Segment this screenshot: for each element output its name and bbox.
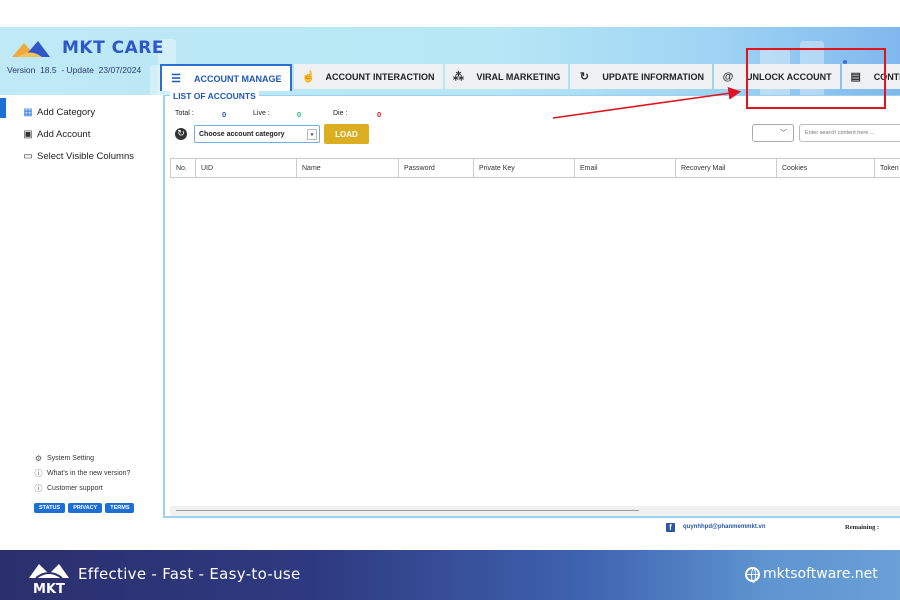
tab-label: VIRAL MARKETING	[476, 71, 561, 82]
terms-button[interactable]: TERMS	[105, 503, 135, 513]
support-icon: ⓘ	[34, 484, 43, 493]
sidebar-item-label: Add Category	[37, 106, 96, 118]
tab-account-manage[interactable]: ☰ ACCOUNT MANAGE	[160, 64, 292, 91]
column-header-email[interactable]: Email	[574, 159, 675, 177]
remaining-label: Remaining :	[845, 524, 880, 531]
info-icon: ⓘ	[34, 469, 43, 478]
column-header-token[interactable]: Token	[874, 159, 900, 177]
app-window: MKT CARE Version 18.5 - Update 23/07/202…	[0, 0, 900, 600]
app-name: MKT CARE	[62, 38, 164, 58]
column-header-cookies[interactable]: Cookies	[776, 159, 874, 177]
die-label: Die :	[333, 110, 348, 117]
link-label: Customer support	[47, 485, 103, 492]
column-header-uid[interactable]: UID	[195, 159, 296, 177]
search-input[interactable]	[799, 124, 900, 142]
account-category-select[interactable]: Choose account category ▾	[194, 125, 320, 143]
tab-viral-marketing[interactable]: ⁂ VIRAL MARKETING	[444, 64, 569, 89]
facebook-icon: f	[666, 523, 675, 532]
select-value: Choose account category	[199, 130, 285, 138]
annotation-highlight-box	[746, 48, 886, 109]
sidebar-item-label: Add Account	[37, 128, 91, 140]
fingerprint-icon: @	[722, 70, 734, 83]
link-label: What's in the new version?	[47, 470, 131, 477]
sidebar-item-select-visible-columns[interactable]: ▭ Select Visible Columns	[22, 145, 134, 167]
tab-label: UPDATE INFORMATION	[602, 71, 705, 82]
column-header-private-key[interactable]: Private Key	[473, 159, 574, 177]
column-header-name[interactable]: Name	[296, 159, 398, 177]
accounts-table-header: No. UID Name Password Private Key Email …	[170, 158, 900, 178]
version-label: Version 18.5 - Update 23/07/2024	[7, 65, 142, 75]
add-account-icon: ▣	[23, 128, 33, 140]
banner-tagline: Effective - Fast - Easy-to-use	[78, 565, 301, 583]
sidebar-menu: ▦ Add Category ▣ Add Account ▭ Select Vi…	[22, 101, 134, 167]
link-label: System Setting	[47, 455, 95, 462]
svg-text:MKT: MKT	[33, 582, 65, 596]
hand-pointer-icon: ☝	[301, 71, 316, 83]
panel-title: LIST OF ACCOUNTS	[170, 91, 259, 101]
column-header-recovery-mail[interactable]: Recovery Mail	[675, 159, 776, 177]
logo-mark-icon	[12, 41, 50, 57]
die-count: 0	[377, 110, 382, 119]
app-logo: MKT CARE	[10, 38, 164, 58]
list-icon: ☰	[171, 73, 181, 85]
total-label: Total :	[175, 110, 194, 117]
customer-support-link[interactable]: ⓘ Customer support	[34, 481, 130, 496]
sidebar-item-label: Select Visible Columns	[37, 150, 134, 162]
tab-label: ACCOUNT INTERACTION	[325, 71, 435, 82]
grid-nodes-icon: ⁂	[453, 71, 464, 83]
table-horizontal-scrollbar[interactable]	[170, 506, 900, 516]
live-label: Live :	[253, 110, 270, 117]
website-label: mktsoftware.net	[763, 566, 878, 582]
search-filter-select[interactable]: ﹀	[752, 124, 794, 142]
sidebar-active-marker	[0, 98, 6, 118]
sidebar-item-add-account[interactable]: ▣ Add Account	[22, 123, 134, 145]
total-count: 0	[222, 110, 227, 119]
scrollbar-thumb[interactable]	[176, 510, 639, 511]
live-count: 0	[297, 110, 302, 119]
gear-icon: ⚙	[34, 454, 43, 463]
system-setting-link[interactable]: ⚙ System Setting	[34, 451, 130, 466]
decorative-building	[150, 65, 160, 95]
whats-new-link[interactable]: ⓘ What's in the new version?	[34, 466, 131, 481]
sidebar-footer-links: ⚙ System Setting ⓘ What's in the new ver…	[34, 451, 131, 496]
refresh-check-icon: ↻	[579, 71, 589, 83]
chevron-down-icon: ﹀	[780, 129, 787, 137]
status-button[interactable]: STATUS	[34, 503, 66, 513]
mkt-logo-icon: MKT	[29, 564, 69, 596]
privacy-button[interactable]: PRIVACY	[68, 503, 103, 513]
load-button[interactable]: LOAD	[324, 124, 369, 144]
tab-account-interaction[interactable]: ☝ ACCOUNT INTERACTION	[293, 64, 443, 89]
legal-buttons: STATUS PRIVACY TERMS	[34, 503, 135, 513]
refresh-icon[interactable]: ↻	[175, 128, 187, 140]
sidebar-item-add-category[interactable]: ▦ Add Category	[22, 101, 134, 123]
column-header-password[interactable]: Password	[398, 159, 473, 177]
monitor-icon: ▭	[23, 150, 33, 162]
account-email: quynhhpd@phanmemmkt.vn	[683, 524, 766, 530]
tab-label: ACCOUNT MANAGE	[194, 73, 282, 84]
tab-update-information[interactable]: ↻ UPDATE INFORMATION	[570, 64, 713, 89]
category-icon: ▦	[23, 106, 33, 118]
website-link[interactable]: mktsoftware.net	[745, 566, 878, 583]
column-header-no[interactable]: No.	[170, 159, 195, 177]
dropdown-caret-icon: ▾	[307, 129, 317, 140]
globe-icon	[745, 566, 760, 583]
